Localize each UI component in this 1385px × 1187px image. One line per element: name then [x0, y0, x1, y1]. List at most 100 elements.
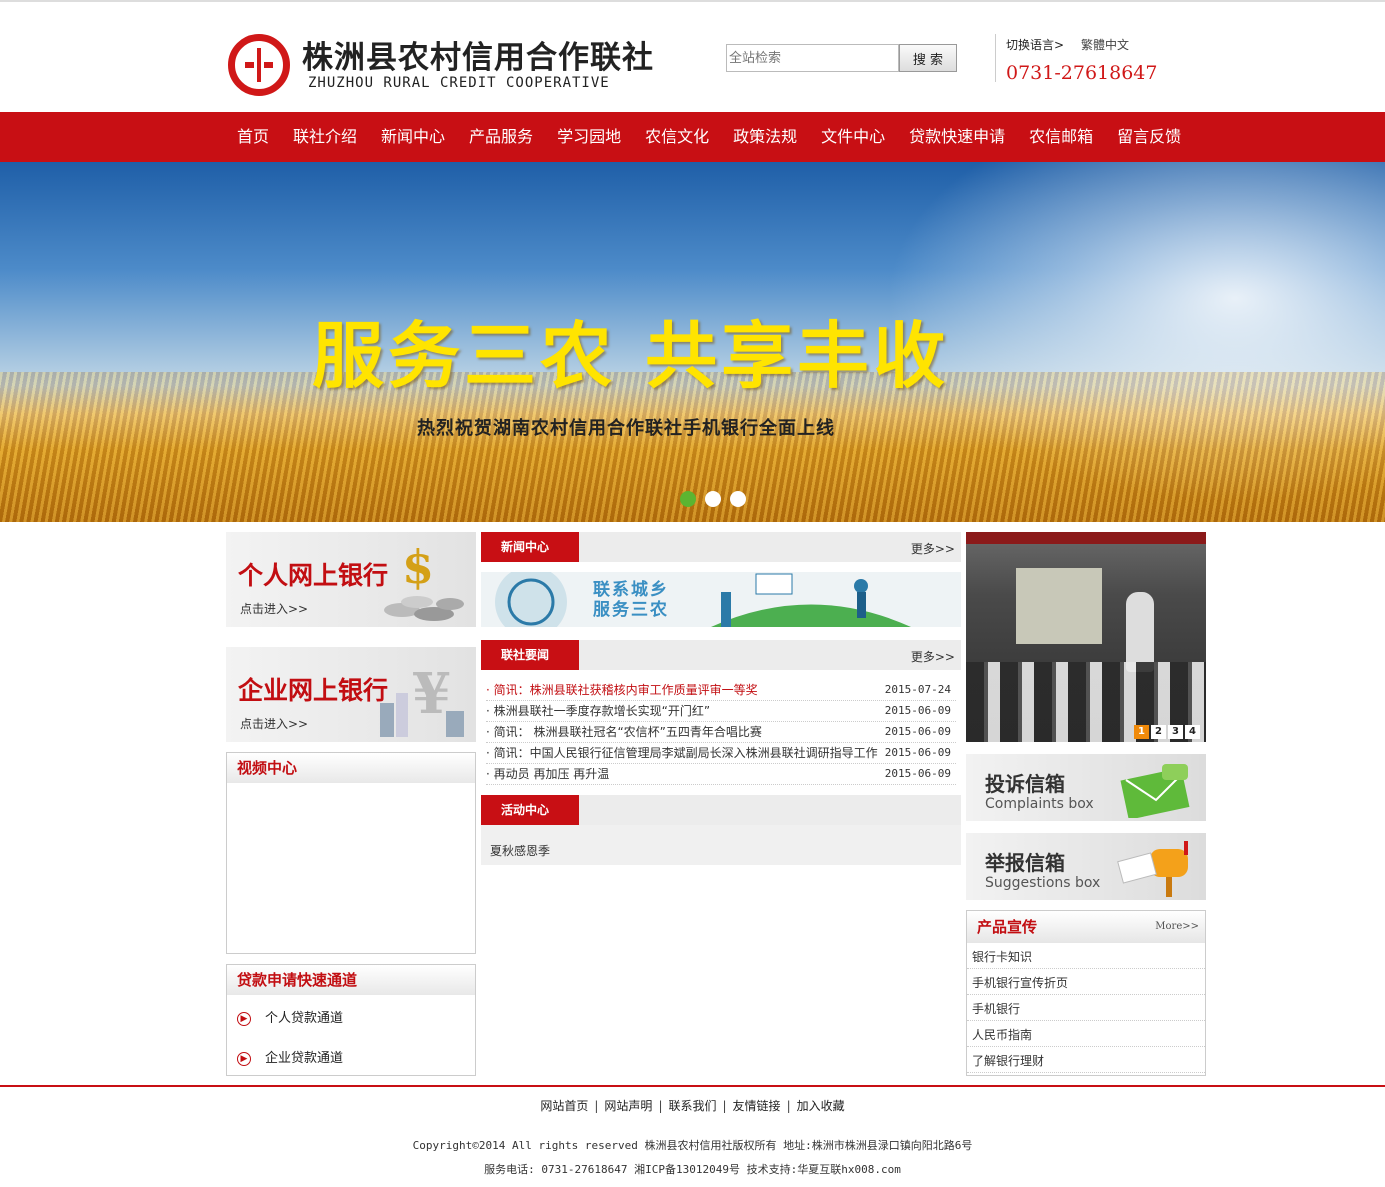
banner-title: 服务三农 共享丰收: [312, 314, 950, 398]
news-item[interactable]: · 再动员 再加压 再升温 2015-06-09: [486, 764, 956, 785]
nav-item-mail[interactable]: 农信邮箱: [1017, 112, 1105, 162]
projector-screen: [1016, 568, 1102, 644]
nav-item-feedback[interactable]: 留言反馈: [1105, 112, 1193, 162]
banner-pagination: [680, 491, 746, 507]
news-center-more-link[interactable]: 更多>>: [911, 540, 955, 557]
product-promo-panel: 产品宣传 More>> 银行卡知识 手机银行宣传折页 手机银行 人民币指南 了解…: [966, 910, 1206, 1076]
hero-banner[interactable]: 服务三农 共享丰收 热烈祝贺湖南农村信用合作联社手机银行全面上线: [0, 162, 1385, 522]
news-date: 2015-06-09: [884, 746, 951, 759]
union-news-header: 联社要闻 更多>>: [481, 640, 961, 670]
union-news-tag[interactable]: 联社要闻: [481, 640, 579, 670]
news-title[interactable]: · 简讯：株洲县联社获稽核内审工作质量评审一等奖: [486, 680, 881, 700]
news-title[interactable]: · 株洲县联社一季度存款增长实现“开门红”: [486, 701, 881, 721]
switch-language-link[interactable]: 切换语言>: [1006, 36, 1064, 53]
nav-item-policy[interactable]: 政策法规: [721, 112, 809, 162]
product-item[interactable]: 手机银行宣传折页: [967, 969, 1205, 995]
union-news-more-link[interactable]: 更多>>: [911, 648, 955, 665]
banner-dot-3[interactable]: [730, 491, 746, 507]
product-item[interactable]: 人民币指南: [967, 1021, 1205, 1047]
nav-item-home[interactable]: 首页: [226, 112, 281, 162]
footer-separator: |: [786, 1099, 791, 1113]
slider-page-1[interactable]: 1: [1134, 725, 1149, 739]
arrow-circle-icon: ▶: [237, 1011, 251, 1026]
footer-separator: |: [722, 1099, 727, 1113]
complaints-box-card[interactable]: 投诉信箱 Complaints box: [966, 754, 1206, 821]
svg-text:$: $: [402, 540, 434, 594]
activity-header: 活动中心: [481, 795, 961, 825]
news-center-tag[interactable]: 新闻中心: [481, 532, 579, 562]
mailbox-icon: [1117, 841, 1188, 897]
complaints-box-english: Complaints box: [985, 796, 1094, 812]
nav-item-files[interactable]: 文件中心: [809, 112, 897, 162]
nav-item-learning[interactable]: 学习园地: [545, 112, 633, 162]
promo-banner[interactable]: 联系城乡 服务三农: [481, 572, 961, 627]
banner-subtitle: 热烈祝贺湖南农村信用合作联社手机银行全面上线: [417, 418, 835, 439]
footer-link-statement[interactable]: 网站声明: [604, 1099, 652, 1113]
news-item[interactable]: · 简讯：株洲县联社获稽核内审工作质量评审一等奖 2015-07-24: [486, 680, 956, 701]
main-nav: 首页 联社介绍 新闻中心 产品服务 学习园地 农信文化 政策法规 文件中心 贷款…: [0, 112, 1385, 162]
banner-dot-2[interactable]: [705, 491, 721, 507]
personal-ebank-card[interactable]: 个人网上银行 点击进入>> $: [226, 532, 476, 627]
loan-channel-panel: 贷款申请快速通道 ▶ 个人贷款通道 ▶ 企业贷款通道: [226, 964, 476, 1076]
news-center-header: 新闻中心 更多>>: [481, 532, 961, 562]
corporate-ebank-enter-link[interactable]: 点击进入>>: [240, 715, 308, 732]
union-news-list: · 简讯：株洲县联社获稽核内审工作质量评审一等奖 2015-07-24 · 株洲…: [486, 680, 956, 785]
product-item[interactable]: 手机银行: [967, 995, 1205, 1021]
promo-text: 联系城乡 服务三农: [593, 580, 669, 620]
suggestions-box-card[interactable]: 举报信箱 Suggestions box: [966, 833, 1206, 900]
logo-chinese-name: 株洲县农村信用合作联社: [302, 40, 654, 76]
nav-item-news[interactable]: 新闻中心: [369, 112, 457, 162]
loan-channel-title: 贷款申请快速通道: [227, 965, 475, 995]
search-input[interactable]: [726, 44, 899, 72]
news-date: 2015-06-09: [884, 767, 951, 780]
slider-page-4[interactable]: 4: [1185, 725, 1200, 739]
nav-item-loan-apply[interactable]: 贷款快速申请: [897, 112, 1017, 162]
slider-page-2[interactable]: 2: [1151, 725, 1166, 739]
header: 株洲县农村信用合作联社 ZHUZHOU RURAL CREDIT COOPERA…: [0, 2, 1385, 112]
corporate-ebank-card[interactable]: 企业网上银行 点击进入>> ¥: [226, 647, 476, 742]
video-center-panel: 视频中心: [226, 752, 476, 954]
footer-link-bookmark[interactable]: 加入收藏: [797, 1099, 845, 1113]
promo-text-line-1: 联系城乡: [593, 580, 669, 600]
arrow-circle-icon: ▶: [237, 1051, 251, 1066]
footer-divider: [0, 1085, 1385, 1087]
header-divider: [995, 34, 996, 82]
nav-item-about[interactable]: 联社介绍: [281, 112, 369, 162]
promo-graphic: [495, 572, 911, 627]
traditional-chinese-link[interactable]: 繁體中文: [1081, 36, 1129, 53]
banner-dot-1[interactable]: [680, 491, 696, 507]
photo-slider[interactable]: [966, 532, 1206, 742]
footer-link-home[interactable]: 网站首页: [540, 1099, 588, 1113]
news-title[interactable]: · 简讯：中国人民银行征信管理局李斌副局长深入株洲县联社调研指导工作: [486, 743, 881, 763]
activity-item[interactable]: 夏秋感恩季: [490, 842, 550, 859]
hotline-number: 0731-27618647: [1006, 62, 1158, 84]
news-title[interactable]: · 再动员 再加压 再升温: [486, 764, 881, 784]
video-center-title: 视频中心: [227, 753, 475, 783]
footer-link-contact[interactable]: 联系我们: [668, 1099, 716, 1113]
corporate-loan-link[interactable]: ▶ 企业贷款通道: [237, 1047, 343, 1066]
news-date: 2015-07-24: [884, 683, 951, 696]
product-promo-more-link[interactable]: More>>: [1155, 911, 1199, 943]
activity-panel: 夏秋感恩季: [481, 825, 961, 865]
product-item[interactable]: 了解银行理财: [967, 1047, 1205, 1073]
news-date: 2015-06-09: [884, 704, 951, 717]
nav-item-culture[interactable]: 农信文化: [633, 112, 721, 162]
nav-item-products[interactable]: 产品服务: [457, 112, 545, 162]
photo-slider-pager: 1 2 3 4: [1134, 725, 1200, 739]
activity-tag[interactable]: 活动中心: [481, 795, 579, 825]
footer-separator: |: [658, 1099, 663, 1113]
site-logo[interactable]: 株洲县农村信用合作联社 ZHUZHOU RURAL CREDIT COOPERA…: [228, 32, 688, 96]
coins-icon: $: [384, 540, 464, 621]
news-item[interactable]: · 株洲县联社一季度存款增长实现“开门红” 2015-06-09: [486, 701, 956, 722]
news-title[interactable]: · 简讯： 株洲县联社冠名“农信杯”五四青年合唱比赛: [486, 722, 881, 742]
search-button[interactable]: 搜 索: [899, 44, 957, 72]
news-date: 2015-06-09: [884, 725, 951, 738]
footer-link-friends[interactable]: 友情链接: [733, 1099, 781, 1113]
product-item[interactable]: 银行卡知识: [967, 943, 1205, 969]
news-item[interactable]: · 简讯：中国人民银行征信管理局李斌副局长深入株洲县联社调研指导工作 2015-…: [486, 743, 956, 764]
slider-page-3[interactable]: 3: [1168, 725, 1183, 739]
personal-loan-link[interactable]: ▶ 个人贷款通道: [237, 1007, 343, 1026]
product-promo-header: 产品宣传 More>>: [967, 911, 1205, 943]
news-item[interactable]: · 简讯： 株洲县联社冠名“农信杯”五四青年合唱比赛 2015-06-09: [486, 722, 956, 743]
personal-ebank-enter-link[interactable]: 点击进入>>: [240, 600, 308, 617]
